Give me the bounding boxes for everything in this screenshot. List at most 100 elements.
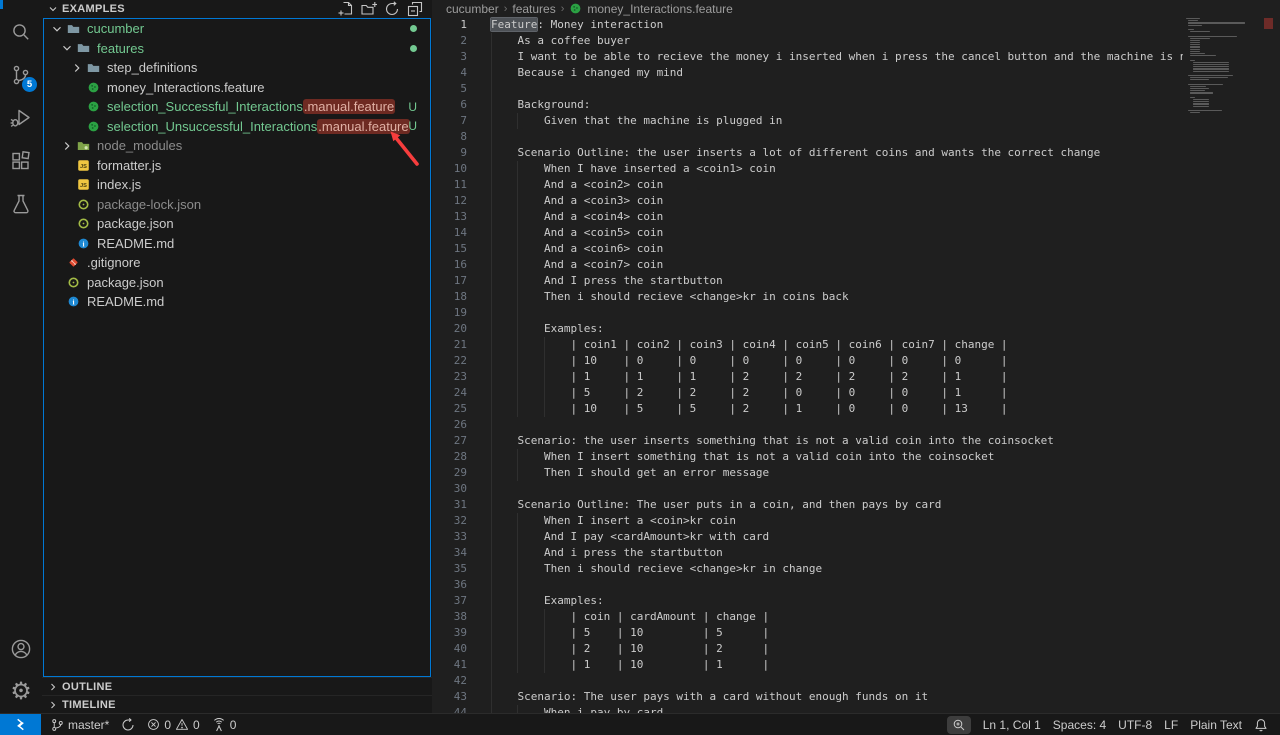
testing-icon[interactable] bbox=[0, 182, 42, 225]
code-line[interactable]: 20 Examples: bbox=[432, 321, 1280, 337]
new-file-button[interactable] bbox=[337, 0, 355, 18]
zoom-status-button[interactable] bbox=[941, 714, 977, 735]
javascript-file-icon: JS bbox=[77, 178, 90, 191]
tree-item-package-json[interactable]: package.json bbox=[44, 273, 430, 293]
breadcrumb-folder[interactable]: cucumber bbox=[446, 2, 499, 16]
tree-item--gitignore[interactable]: .gitignore bbox=[44, 253, 430, 273]
code-line[interactable]: 17 And I press the startbutton bbox=[432, 273, 1280, 289]
code-line[interactable]: 5 bbox=[432, 81, 1280, 97]
remote-indicator[interactable] bbox=[0, 714, 41, 735]
code-line[interactable]: 22 | 10 | 0 | 0 | 0 | 0 | 0 | 0 | 0 | bbox=[432, 353, 1280, 369]
code-line[interactable]: 23 | 1 | 1 | 1 | 2 | 2 | 2 | 2 | 1 | bbox=[432, 369, 1280, 385]
breadcrumb-file[interactable]: money_Interactions.feature bbox=[587, 2, 732, 16]
code-line[interactable]: 15 And a <coin6> coin bbox=[432, 241, 1280, 257]
tree-item-package-lock-json[interactable]: package-lock.json bbox=[44, 195, 430, 215]
code-line[interactable]: 28 When I insert something that is not a… bbox=[432, 449, 1280, 465]
code-line[interactable]: 14 And a <coin5> coin bbox=[432, 225, 1280, 241]
line-number: 28 bbox=[432, 449, 467, 465]
outline-section-header[interactable]: OUTLINE bbox=[42, 677, 432, 695]
code-line[interactable]: 30 bbox=[432, 481, 1280, 497]
code-line[interactable]: 8 bbox=[432, 129, 1280, 145]
tree-item-cucumber[interactable]: cucumber bbox=[44, 19, 430, 39]
explorer-section-header[interactable]: EXAMPLES bbox=[42, 0, 432, 18]
code-line[interactable]: 7 Given that the machine is plugged in bbox=[432, 113, 1280, 129]
code-line[interactable]: 43 Scenario: The user pays with a card w… bbox=[432, 689, 1280, 705]
tree-item-formatter-js[interactable]: JSformatter.js bbox=[44, 156, 430, 176]
folder-icon bbox=[76, 41, 91, 55]
sync-changes-button[interactable] bbox=[115, 714, 141, 735]
code-line[interactable]: 4 Because i changed my mind bbox=[432, 65, 1280, 81]
minimap[interactable] bbox=[1183, 18, 1273, 713]
code-line[interactable]: 44 When i pay by card bbox=[432, 705, 1280, 713]
code-line[interactable]: 32 When I insert a <coin>kr coin bbox=[432, 513, 1280, 529]
code-line[interactable]: 6 Background: bbox=[432, 97, 1280, 113]
line-number: 3 bbox=[432, 49, 467, 65]
tree-item-step-definitions[interactable]: step_definitions bbox=[44, 58, 430, 78]
code-editor[interactable]: 1Feature: Money interaction2 As a coffee… bbox=[432, 17, 1280, 713]
code-line[interactable]: 21 | coin1 | coin2 | coin3 | coin4 | coi… bbox=[432, 337, 1280, 353]
code-line[interactable]: 10 When I have inserted a <coin1> coin bbox=[432, 161, 1280, 177]
line-number: 7 bbox=[432, 113, 467, 129]
code-line[interactable]: 3 I want to be able to recieve the money… bbox=[432, 49, 1280, 65]
code-line[interactable]: 11 And a <coin2> coin bbox=[432, 177, 1280, 193]
indent-guide bbox=[491, 321, 492, 337]
code-line[interactable]: 18 Then i should recieve <change>kr in c… bbox=[432, 289, 1280, 305]
new-folder-button[interactable] bbox=[360, 0, 378, 18]
eol-status[interactable]: LF bbox=[1158, 714, 1184, 735]
tree-item-features[interactable]: features bbox=[44, 39, 430, 59]
accounts-icon[interactable] bbox=[0, 627, 42, 670]
code-line[interactable]: 13 And a <coin4> coin bbox=[432, 209, 1280, 225]
tree-item-money-interactions-feature[interactable]: money_Interactions.feature bbox=[44, 78, 430, 98]
code-line[interactable]: 26 bbox=[432, 417, 1280, 433]
code-line[interactable]: 42 bbox=[432, 673, 1280, 689]
search-icon[interactable] bbox=[0, 10, 42, 53]
code-line[interactable]: 34 And i press the startbutton bbox=[432, 545, 1280, 561]
code-line[interactable]: 27 Scenario: the user inserts something … bbox=[432, 433, 1280, 449]
tree-item-node-modules[interactable]: node_modules bbox=[44, 136, 430, 156]
tree-item-readme-md[interactable]: iREADME.md bbox=[44, 292, 430, 312]
code-line[interactable]: 16 And a <coin7> coin bbox=[432, 257, 1280, 273]
tree-item-index-js[interactable]: JSindex.js bbox=[44, 175, 430, 195]
indentation-status[interactable]: Spaces: 4 bbox=[1047, 714, 1112, 735]
code-line[interactable]: 29 Then I should get an error message bbox=[432, 465, 1280, 481]
indent-guide bbox=[491, 689, 492, 705]
tree-item-selection-unsuccessful-interactions[interactable]: selection_Unsuccessful_Interactions.manu… bbox=[44, 117, 430, 137]
source-control-icon[interactable]: 5 bbox=[0, 53, 42, 96]
line-number: 12 bbox=[432, 193, 467, 209]
code-line[interactable]: 36 bbox=[432, 577, 1280, 593]
tree-item-readme-md[interactable]: iREADME.md bbox=[44, 234, 430, 254]
problems-status[interactable]: 0 0 bbox=[141, 714, 205, 735]
svg-text:i: i bbox=[82, 239, 84, 248]
code-line[interactable]: 24 | 5 | 2 | 2 | 2 | 0 | 0 | 0 | 1 | bbox=[432, 385, 1280, 401]
code-line[interactable]: 37 Examples: bbox=[432, 593, 1280, 609]
code-line[interactable]: 39 | 5 | 10 | 5 | bbox=[432, 625, 1280, 641]
code-line[interactable]: 31 Scenario Outline: The user puts in a … bbox=[432, 497, 1280, 513]
code-line[interactable]: 38 | coin | cardAmount | change | bbox=[432, 609, 1280, 625]
breadcrumb-folder[interactable]: features bbox=[512, 2, 555, 16]
code-line[interactable]: 1Feature: Money interaction bbox=[432, 17, 1280, 33]
code-line[interactable]: 40 | 2 | 10 | 2 | bbox=[432, 641, 1280, 657]
collapse-all-button[interactable] bbox=[406, 0, 424, 18]
code-line[interactable]: 9 Scenario Outline: the user inserts a l… bbox=[432, 145, 1280, 161]
code-line[interactable]: 2 As a coffee buyer bbox=[432, 33, 1280, 49]
indent-guide bbox=[491, 529, 492, 545]
code-line[interactable]: 25 | 10 | 5 | 5 | 2 | 1 | 0 | 0 | 13 | bbox=[432, 401, 1280, 417]
code-line[interactable]: 19 bbox=[432, 305, 1280, 321]
refresh-icon[interactable] bbox=[383, 0, 401, 18]
code-line[interactable]: 33 And I pay <cardAmount>kr with card bbox=[432, 529, 1280, 545]
extensions-icon[interactable] bbox=[0, 139, 42, 182]
ports-status[interactable]: 0 bbox=[206, 714, 243, 735]
cursor-position-status[interactable]: Ln 1, Col 1 bbox=[977, 714, 1047, 735]
language-mode-status[interactable]: Plain Text bbox=[1184, 714, 1248, 735]
tree-item-selection-successful-interactions[interactable]: selection_Successful_Interactions.manual… bbox=[44, 97, 430, 117]
code-line[interactable]: 41 | 1 | 10 | 1 | bbox=[432, 657, 1280, 673]
tree-item-package-json[interactable]: package.json bbox=[44, 214, 430, 234]
encoding-status[interactable]: UTF-8 bbox=[1112, 714, 1158, 735]
timeline-section-header[interactable]: TIMELINE bbox=[42, 695, 432, 713]
notifications-bell-icon[interactable] bbox=[1248, 714, 1274, 735]
git-branch-status[interactable]: master* bbox=[45, 714, 115, 735]
code-line[interactable]: 35 Then i should recieve <change>kr in c… bbox=[432, 561, 1280, 577]
settings-gear-icon[interactable]: ⚙ bbox=[0, 670, 42, 713]
code-line[interactable]: 12 And a <coin3> coin bbox=[432, 193, 1280, 209]
run-and-debug-icon[interactable] bbox=[0, 96, 42, 139]
